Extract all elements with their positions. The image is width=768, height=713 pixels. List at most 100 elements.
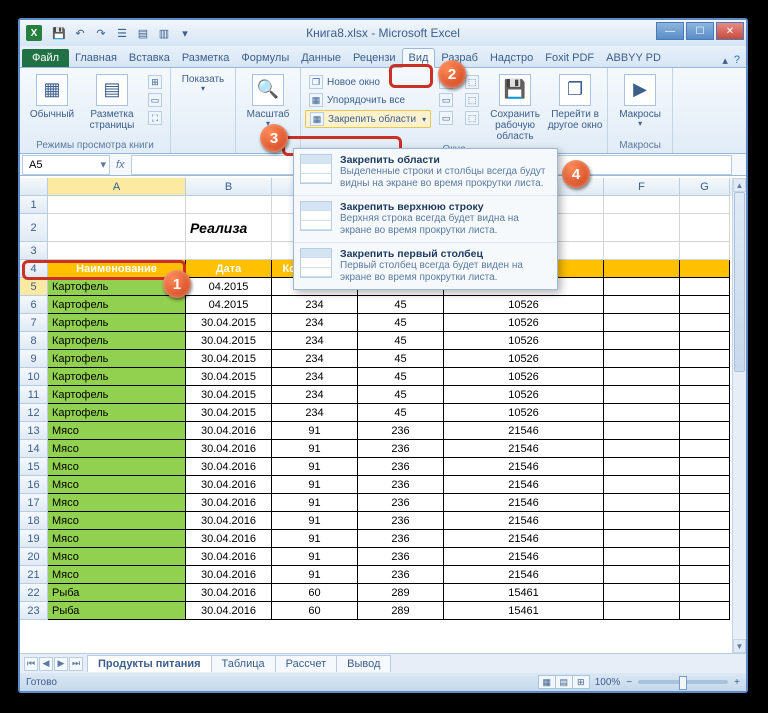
cell[interactable] (604, 584, 680, 602)
cell[interactable]: 45 (358, 332, 444, 350)
cell[interactable]: 21546 (444, 440, 604, 458)
tab-Рецензи[interactable]: Рецензи (347, 49, 402, 67)
sheet-nav-last-icon[interactable]: ⏭ (69, 657, 83, 671)
cell[interactable]: 236 (358, 458, 444, 476)
cell[interactable]: 91 (272, 440, 358, 458)
freeze-option-0[interactable]: Закрепить областиВыделенные строки и сто… (294, 149, 557, 196)
cell[interactable]: 10526 (444, 386, 604, 404)
row-header[interactable]: 7 (20, 314, 48, 332)
help-icon[interactable]: ? (734, 54, 740, 67)
vertical-scrollbar[interactable]: ▲▼ (732, 178, 746, 653)
show-button[interactable]: Показать▾ (175, 70, 231, 149)
view-pagelayout-button[interactable]: ▤Разметка страницы (84, 70, 140, 138)
cell[interactable] (604, 350, 680, 368)
cell[interactable]: 45 (358, 350, 444, 368)
cell[interactable]: 236 (358, 566, 444, 584)
row-header[interactable]: 5 (20, 278, 48, 296)
sheet-nav-next-icon[interactable]: ▶ (54, 657, 68, 671)
cell[interactable]: 91 (272, 566, 358, 584)
cell[interactable]: 30.04.2016 (186, 458, 272, 476)
cell[interactable]: 234 (272, 296, 358, 314)
cell[interactable]: Мясо (48, 476, 186, 494)
cell[interactable]: Мясо (48, 422, 186, 440)
cell[interactable]: 10526 (444, 332, 604, 350)
cell[interactable] (680, 494, 730, 512)
cell[interactable] (680, 332, 730, 350)
cell[interactable]: 45 (358, 296, 444, 314)
qat-dropdown-icon[interactable]: ▾ (176, 24, 194, 42)
row-header[interactable]: 12 (20, 404, 48, 422)
cell[interactable]: Мясо (48, 530, 186, 548)
tab-ABBYY PD[interactable]: ABBYY PD (600, 49, 667, 67)
cell[interactable] (680, 196, 730, 214)
view-normal-icon[interactable]: ▦ (538, 675, 556, 689)
cell[interactable]: 30.04.2016 (186, 584, 272, 602)
row-header[interactable]: 1 (20, 196, 48, 214)
cell[interactable]: 10526 (444, 296, 604, 314)
sheet-tab[interactable]: Продукты питания (87, 655, 212, 672)
cell[interactable] (680, 278, 730, 296)
cell[interactable]: 30.04.2015 (186, 386, 272, 404)
cell[interactable]: 289 (358, 584, 444, 602)
cell[interactable]: 289 (358, 602, 444, 620)
cell[interactable] (186, 242, 272, 260)
cell[interactable] (680, 242, 730, 260)
cell[interactable]: 91 (272, 458, 358, 476)
cell[interactable] (604, 566, 680, 584)
cell[interactable]: 236 (358, 530, 444, 548)
cell[interactable] (680, 602, 730, 620)
hide-button[interactable]: ▭ (435, 92, 457, 108)
row-header[interactable]: 10 (20, 368, 48, 386)
cell[interactable] (604, 530, 680, 548)
row-header[interactable]: 14 (20, 440, 48, 458)
cell[interactable] (48, 196, 186, 214)
save-workspace-button[interactable]: 💾Сохранить рабочую область (487, 70, 543, 142)
undo-icon[interactable]: ↶ (71, 24, 89, 42)
cell[interactable]: 236 (358, 512, 444, 530)
qat-icon[interactable]: ☰ (113, 24, 131, 42)
cell[interactable] (604, 260, 680, 278)
cell[interactable]: 10526 (444, 350, 604, 368)
cell[interactable] (680, 530, 730, 548)
cell[interactable] (604, 494, 680, 512)
cell[interactable] (604, 386, 680, 404)
column-header-G[interactable]: G (680, 178, 730, 196)
row-header[interactable]: 22 (20, 584, 48, 602)
name-box[interactable]: A5▾ (22, 155, 110, 175)
cell[interactable] (48, 242, 186, 260)
cell[interactable]: 10526 (444, 314, 604, 332)
cell[interactable]: Картофель (48, 314, 186, 332)
sheet-tab[interactable]: Таблица (211, 655, 276, 672)
row-header[interactable]: 9 (20, 350, 48, 368)
redo-icon[interactable]: ↷ (92, 24, 110, 42)
cell[interactable]: 45 (358, 386, 444, 404)
cell[interactable]: 30.04.2015 (186, 314, 272, 332)
cell[interactable]: 04.2015 (186, 296, 272, 314)
cell[interactable]: 234 (272, 368, 358, 386)
cell[interactable]: 15461 (444, 584, 604, 602)
cell[interactable] (680, 584, 730, 602)
cell[interactable] (48, 214, 186, 242)
cell[interactable]: Рыба (48, 602, 186, 620)
row-header[interactable]: 3 (20, 242, 48, 260)
cell[interactable]: Мясо (48, 512, 186, 530)
cell[interactable] (604, 476, 680, 494)
cell[interactable]: 30.04.2016 (186, 602, 272, 620)
ribbon-minimize-icon[interactable]: ▴ (722, 54, 728, 67)
cell[interactable]: 30.04.2015 (186, 332, 272, 350)
sheet-tab[interactable]: Вывод (336, 655, 391, 672)
row-header[interactable]: 8 (20, 332, 48, 350)
minimize-button[interactable]: — (656, 22, 684, 40)
arrange-all-button[interactable]: ▦Упорядочить все (305, 92, 431, 108)
cell[interactable]: 30.04.2015 (186, 404, 272, 422)
close-button[interactable]: ✕ (716, 22, 744, 40)
cell[interactable]: 91 (272, 548, 358, 566)
cell[interactable] (680, 214, 730, 242)
cell[interactable] (186, 196, 272, 214)
cell[interactable]: 21546 (444, 476, 604, 494)
macros-button[interactable]: ▶Макросы▾ (612, 70, 668, 138)
cell[interactable]: Картофель (48, 350, 186, 368)
cell[interactable] (604, 512, 680, 530)
cell[interactable]: Мясо (48, 440, 186, 458)
fx-icon[interactable]: fx (116, 159, 125, 171)
